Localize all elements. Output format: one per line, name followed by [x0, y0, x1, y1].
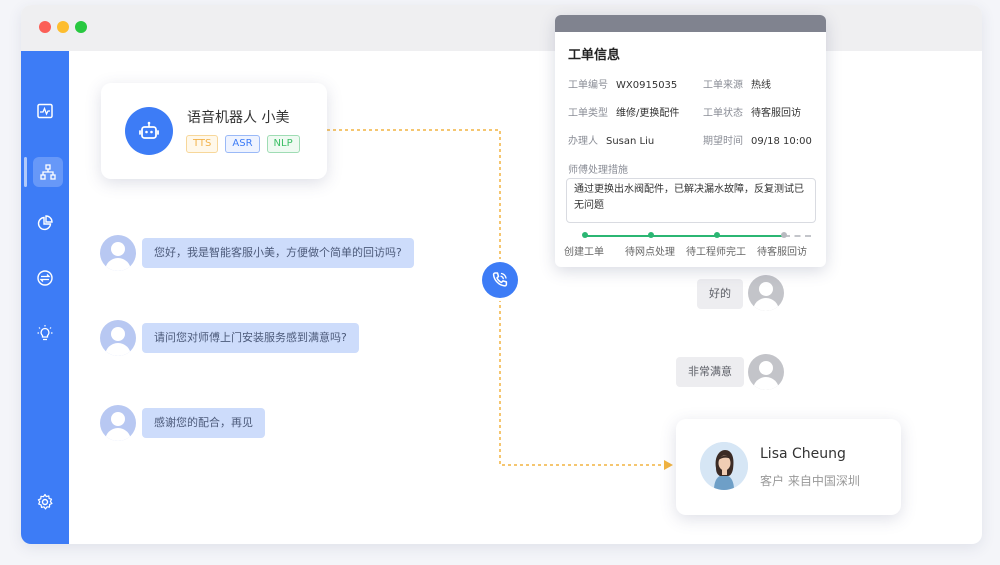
ticket-field-expected-time: 期望时间 09/18 10:00	[703, 136, 812, 147]
ticket-field-type: 工单类型 维修/更换配件	[568, 108, 680, 119]
gear-icon	[37, 493, 53, 510]
monitor-icon	[37, 103, 53, 119]
sidebar-active-indicator	[24, 157, 27, 187]
customer-location: 客户 来自中国深圳	[760, 474, 860, 488]
customer-avatar	[700, 442, 748, 490]
bot-message: 请问您对师傅上门安装服务感到满意吗?	[142, 323, 359, 353]
bot-card: 语音机器人 小美 TTS ASR NLP	[101, 83, 327, 179]
progress-step-dot	[648, 232, 654, 238]
bot-message-avatar	[100, 405, 136, 441]
ticket-card-header	[555, 15, 826, 32]
customer-name: Lisa Cheung	[760, 446, 846, 462]
bot-name: 语音机器人 小美	[187, 110, 290, 126]
sidebar-item-monitor[interactable]	[33, 99, 57, 123]
bot-message-avatar	[100, 235, 136, 271]
customer-reply: 非常满意	[676, 357, 744, 387]
call-button[interactable]	[482, 262, 518, 298]
measures-text: 通过更换出水阀配件，已解决漏水故障，反复测试已无问题	[566, 178, 816, 223]
customer-reply-avatar	[748, 275, 784, 311]
tag-asr: ASR	[225, 135, 260, 153]
close-window-button[interactable]	[39, 21, 51, 33]
title-bar	[21, 5, 982, 51]
sidebar-item-exchange[interactable]	[33, 266, 57, 290]
phone-icon	[492, 272, 508, 287]
bot-avatar	[125, 107, 173, 155]
maximize-window-button[interactable]	[75, 21, 87, 33]
robot-icon	[139, 121, 159, 139]
customer-card: Lisa Cheung 客户 来自中国深圳	[676, 419, 901, 515]
exchange-icon	[37, 270, 53, 286]
customer-reply-avatar	[748, 354, 784, 390]
progress-step-label: 待网点处理	[625, 247, 675, 258]
progress-step-dot	[714, 232, 720, 238]
progress-step-label: 待工程师完工	[686, 247, 746, 258]
bot-message: 您好，我是智能客服小美，方便做个简单的回访吗?	[142, 238, 414, 268]
customer-reply: 好的	[697, 279, 743, 309]
org-chart-icon	[40, 164, 56, 180]
progress-step-label: 创建工单	[564, 247, 604, 258]
progress-step-dot	[781, 232, 787, 238]
sidebar	[21, 51, 69, 544]
lightbulb-icon	[37, 325, 53, 341]
sidebar-item-statistics[interactable]	[33, 211, 57, 235]
tag-tts: TTS	[186, 135, 219, 153]
progress-step-dot	[582, 232, 588, 238]
sidebar-item-ideas[interactable]	[33, 321, 57, 345]
ticket-title: 工单信息	[568, 48, 621, 63]
bot-message-avatar	[100, 320, 136, 356]
ticket-field-status: 工单状态 待客服回访	[703, 108, 801, 119]
ticket-field-source: 工单来源 热线	[703, 80, 771, 91]
progress-track-pending	[784, 235, 811, 237]
progress-step-label: 待客服回访	[757, 247, 807, 258]
ticket-info-card: 工单信息 工单编号 WX0915035 工单来源 热线 工单类型 维修/更换配件 工单…	[555, 15, 826, 267]
progress-track-done	[585, 235, 784, 237]
measures-label: 师傅处理措施	[568, 165, 628, 176]
bot-message: 感谢您的配合，再见	[142, 408, 265, 438]
sidebar-item-settings[interactable]	[33, 490, 57, 514]
ticket-field-handler: 办理人 Susan Liu	[568, 136, 655, 147]
bot-capability-tags: TTS ASR NLP	[186, 135, 300, 153]
ticket-field-number: 工单编号 WX0915035	[568, 80, 678, 91]
pie-chart-icon	[37, 215, 53, 231]
sidebar-item-organization[interactable]	[33, 157, 63, 187]
tag-nlp: NLP	[266, 135, 300, 153]
minimize-window-button[interactable]	[57, 21, 69, 33]
